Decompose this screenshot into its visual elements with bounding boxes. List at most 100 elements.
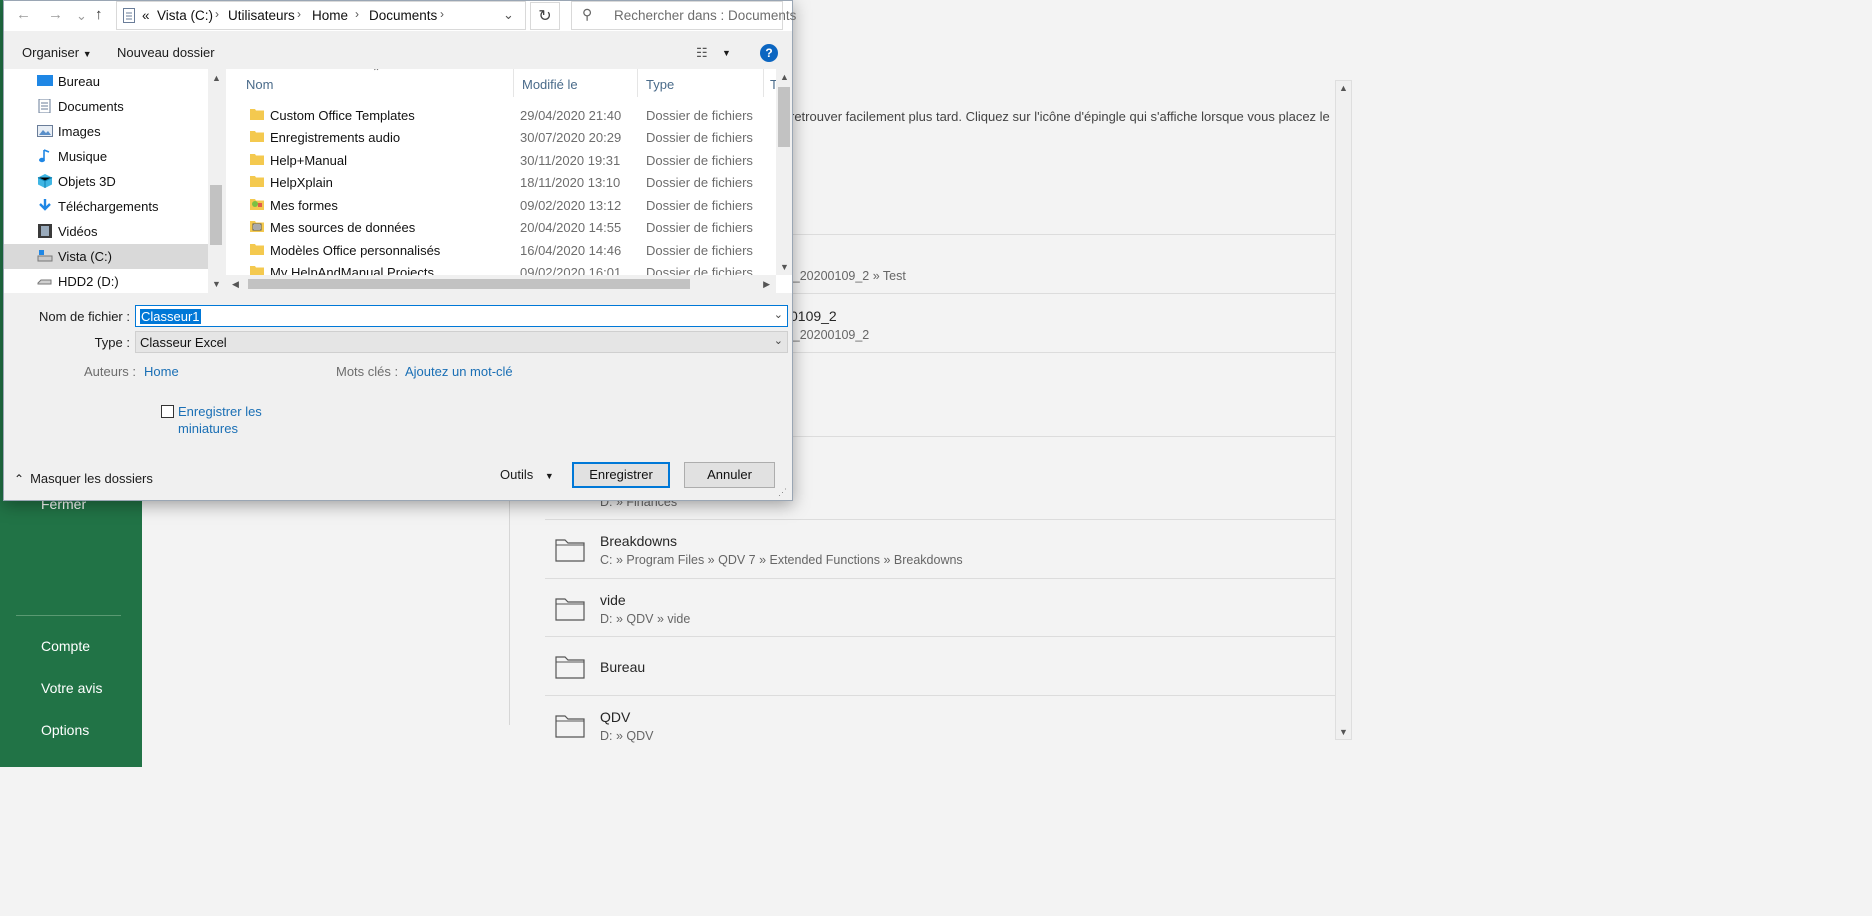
- scroll-thumb[interactable]: [248, 279, 690, 289]
- scroll-up-arrow-icon[interactable]: ▲: [780, 72, 789, 82]
- nav-item-vista-c[interactable]: Vista (C:): [4, 244, 208, 269]
- sidebar-item-compte[interactable]: Compte: [41, 638, 90, 654]
- help-button[interactable]: ?: [760, 44, 778, 62]
- nav-item-objets-3d[interactable]: Objets 3D: [4, 169, 208, 194]
- cancel-button[interactable]: Annuler: [684, 462, 775, 488]
- file-type-value: Classeur Excel: [140, 335, 227, 350]
- nav-item-images[interactable]: Images: [4, 119, 208, 144]
- scroll-right-arrow-icon[interactable]: ▶: [763, 279, 770, 290]
- breadcrumb-separator-icon[interactable]: ›: [215, 7, 219, 21]
- sidebar-item-options[interactable]: Options: [41, 722, 89, 738]
- nav-item-bureau[interactable]: Bureau: [4, 69, 208, 94]
- save-thumbnails-checkbox[interactable]: [161, 405, 174, 418]
- navigation-pane-scrollbar[interactable]: ▲ ▼: [208, 69, 224, 293]
- authors-label: Auteurs :: [84, 364, 137, 379]
- address-overflow[interactable]: «: [142, 8, 150, 23]
- music-icon: [39, 149, 50, 163]
- refresh-icon: ↻: [538, 8, 552, 25]
- scroll-left-arrow-icon[interactable]: ◀: [232, 279, 239, 290]
- breadcrumb-separator-icon[interactable]: ›: [440, 7, 444, 21]
- file-row[interactable]: Modèles Office personnalisés 16/04/2020 …: [226, 239, 776, 261]
- folder-icon: [555, 715, 585, 738]
- column-header-type[interactable]: Type: [638, 69, 764, 97]
- images-icon: [37, 125, 53, 137]
- recent-folder-name: QDV: [600, 709, 631, 725]
- recent-folder-name: Breakdowns: [600, 533, 678, 549]
- drive-c-icon: [37, 250, 53, 262]
- address-dropdown-chevron-icon[interactable]: ⌄: [503, 7, 514, 23]
- file-list: Nom ⌃ Modifié le Type T Custom Office Te…: [226, 69, 792, 293]
- scroll-down-arrow-icon[interactable]: ▼: [780, 262, 789, 272]
- up-arrow-icon[interactable]: ↑: [95, 6, 103, 23]
- column-header-modified[interactable]: Modifié le: [514, 69, 638, 97]
- chevron-down-icon[interactable]: ⌄: [774, 308, 783, 321]
- chevron-up-icon: ⌃: [14, 472, 25, 486]
- nav-item-documents[interactable]: Documents: [4, 94, 208, 119]
- organize-button[interactable]: Organiser ▼: [22, 45, 92, 60]
- tools-button[interactable]: Outils ▼: [500, 467, 554, 482]
- file-list-horizontal-scrollbar[interactable]: ◀ ▶: [226, 275, 776, 293]
- sidebar-item-votre-avis[interactable]: Votre avis: [41, 680, 102, 696]
- sidebar-separator: [16, 615, 121, 616]
- save-as-dialog: ← → ⌄ ↑ « Vista (C:) › Utilisateurs › Ho…: [3, 0, 796, 501]
- file-row[interactable]: Mes formes 09/02/2020 13:12 Dossier de f…: [226, 194, 776, 216]
- breadcrumb-separator-icon[interactable]: ›: [297, 7, 301, 21]
- navigation-pane: Bureau Documents Images Musique Objets 3…: [4, 69, 224, 293]
- backstage-scrollbar[interactable]: ▲ ▼: [1335, 80, 1352, 740]
- desktop-icon: [37, 75, 53, 86]
- file-row[interactable]: Custom Office Templates 29/04/2020 21:40…: [226, 104, 776, 126]
- scroll-down-arrow-icon[interactable]: ▼: [212, 279, 221, 289]
- view-options-icon[interactable]: ☷: [696, 45, 708, 61]
- scroll-thumb[interactable]: [210, 185, 222, 245]
- type-label: Type :: [94, 335, 130, 350]
- scroll-down-arrow-icon[interactable]: ▼: [1339, 727, 1348, 737]
- hide-folders-button[interactable]: ⌃ Masquer les dossiers: [14, 471, 153, 486]
- resize-grip-icon[interactable]: ⋰: [778, 487, 787, 498]
- file-list-vertical-scrollbar[interactable]: ▲ ▼: [776, 69, 792, 275]
- search-icon: ⚲: [582, 6, 593, 22]
- recent-folder-row[interactable]: Bureau: [545, 636, 1335, 695]
- recent-folder-path: D: » QDV: [600, 729, 654, 743]
- recent-folder-row[interactable]: QDV D: » QDV: [545, 695, 1335, 750]
- file-type-select[interactable]: Classeur Excel ⌄: [135, 331, 788, 353]
- keywords-input[interactable]: Ajoutez un mot-clé: [405, 364, 513, 379]
- data-sources-folder-icon: [250, 221, 264, 232]
- nav-item-musique[interactable]: Musique: [4, 144, 208, 169]
- view-options-chevron-icon[interactable]: ▼: [722, 48, 731, 58]
- breadcrumb-home[interactable]: Home: [312, 8, 348, 23]
- file-row[interactable]: Mes sources de données 20/04/2020 14:55 …: [226, 216, 776, 238]
- save-thumbnails-label[interactable]: Enregistrer les miniatures: [178, 403, 278, 437]
- breadcrumb-documents[interactable]: Documents: [369, 8, 437, 23]
- recent-locations-chevron-icon[interactable]: ⌄: [76, 8, 87, 24]
- search-placeholder: Rechercher dans : Documents: [614, 8, 797, 23]
- nav-item-videos[interactable]: Vidéos: [4, 219, 208, 244]
- nav-item-hdd2-d[interactable]: HDD2 (D:): [4, 269, 208, 293]
- address-bar[interactable]: « Vista (C:) › Utilisateurs › Home › Doc…: [116, 1, 526, 30]
- documents-icon: [38, 99, 51, 113]
- recent-folder-row[interactable]: Breakdowns C: » Program Files » QDV 7 » …: [545, 519, 1335, 578]
- breadcrumb-separator-icon[interactable]: ›: [355, 7, 359, 21]
- file-row[interactable]: Help+Manual 30/11/2020 19:31 Dossier de …: [226, 149, 776, 171]
- forward-arrow-icon[interactable]: →: [48, 6, 63, 23]
- recent-folder-path: C: » Program Files » QDV 7 » Extended Fu…: [600, 553, 963, 567]
- nav-item-telechargements[interactable]: Téléchargements: [4, 194, 208, 219]
- save-button[interactable]: Enregistrer: [572, 462, 670, 488]
- shapes-folder-icon: [250, 199, 264, 210]
- authors-value[interactable]: Home: [144, 364, 179, 379]
- chevron-down-icon[interactable]: ⌄: [774, 334, 783, 347]
- refresh-button[interactable]: ↻: [530, 2, 560, 30]
- back-arrow-icon[interactable]: ←: [16, 6, 31, 23]
- file-row[interactable]: Enregistrements audio 30/07/2020 20:29 D…: [226, 126, 776, 148]
- drive-d-icon: [37, 279, 52, 285]
- filename-input[interactable]: Classeur1 ⌄: [135, 305, 788, 327]
- recent-folder-name: vide: [600, 592, 626, 608]
- breadcrumb-vista[interactable]: Vista (C:): [157, 8, 213, 23]
- scroll-up-arrow-icon[interactable]: ▲: [1339, 83, 1348, 93]
- scroll-thumb[interactable]: [778, 87, 790, 147]
- search-input[interactable]: ⚲ Rechercher dans : Documents: [571, 1, 796, 30]
- new-folder-button[interactable]: Nouveau dossier: [117, 45, 215, 60]
- recent-folder-row[interactable]: vide D: » QDV » vide: [545, 578, 1335, 636]
- file-row[interactable]: HelpXplain 18/11/2020 13:10 Dossier de f…: [226, 171, 776, 193]
- breadcrumb-utilisateurs[interactable]: Utilisateurs: [228, 8, 295, 23]
- scroll-up-arrow-icon[interactable]: ▲: [212, 73, 221, 83]
